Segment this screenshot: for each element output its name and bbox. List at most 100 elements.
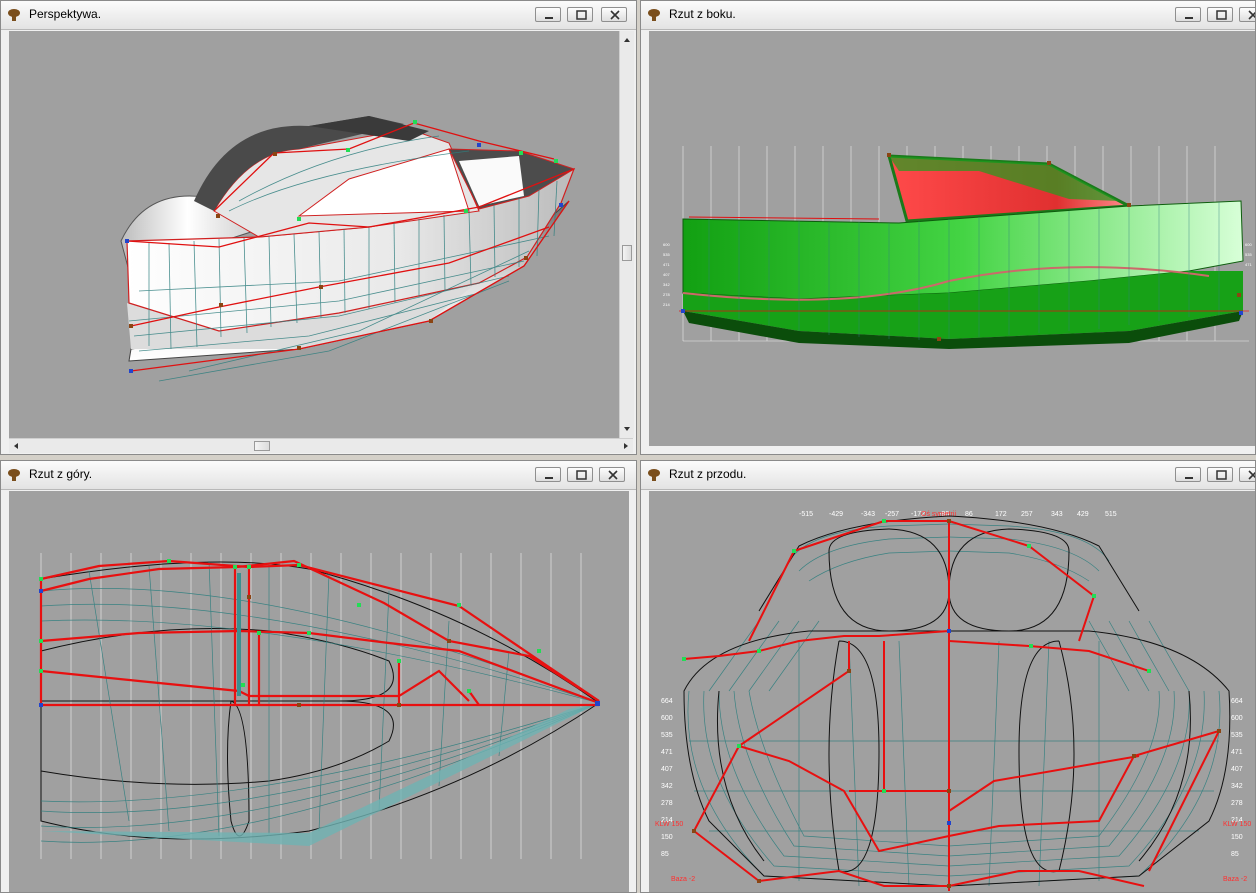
klw-label-left: KLW 150 (655, 821, 683, 828)
close-icon (608, 470, 618, 480)
close-button[interactable] (1239, 7, 1255, 22)
perspective-window[interactable]: Perspektywa. (0, 0, 637, 455)
y-tick-label: 535 (1231, 732, 1243, 739)
base-label-left: Baza -2 (671, 876, 695, 883)
x-tick-label: 257 (1021, 511, 1033, 518)
top-view-window[interactable]: Rzut z góry. (0, 460, 637, 893)
titlebar[interactable]: Rzut z przodu. (641, 461, 1255, 490)
y-tick-label: 407 (661, 766, 673, 773)
base-label-right: Baza -2 (1223, 876, 1247, 883)
svg-text:214: 214 (663, 302, 670, 307)
y-tick-label: 471 (1231, 749, 1243, 756)
minimize-icon (545, 17, 553, 19)
y-tick-label: 664 (1231, 698, 1243, 705)
y-tick-label: 150 (1231, 834, 1243, 841)
scroll-right-icon[interactable] (619, 439, 633, 453)
minimize-icon (1185, 17, 1193, 19)
perspective-viewport[interactable] (9, 31, 619, 438)
y-tick-label: 600 (661, 715, 673, 722)
svg-text:471: 471 (1245, 262, 1252, 267)
minimize-button[interactable] (1175, 467, 1201, 482)
top-viewport[interactable] (9, 491, 629, 892)
scroll-down-icon[interactable] (620, 422, 634, 436)
window-title: Rzut z przodu. (669, 467, 747, 481)
front-control-points (682, 519, 1221, 888)
minimize-button[interactable] (1175, 7, 1201, 22)
restore-button[interactable] (1207, 467, 1233, 482)
x-tick-label: -343 (861, 511, 875, 518)
titlebar[interactable]: Rzut z góry. (1, 461, 636, 490)
scroll-up-icon[interactable] (620, 33, 634, 47)
svg-text:535: 535 (663, 252, 670, 257)
svg-text:535: 535 (1245, 252, 1252, 257)
restore-button[interactable] (567, 467, 593, 482)
front-view-window[interactable]: Rzut z przodu. -515 -429 -343 -257 -172 -86 86… (640, 460, 1256, 893)
close-button[interactable] (1239, 467, 1255, 482)
top-hull-render (39, 553, 600, 859)
app-icon (8, 469, 20, 481)
side-view-window[interactable]: Rzut z boku. 600 535 471 407 342 278 214… (640, 0, 1256, 455)
minimize-button[interactable] (535, 467, 561, 482)
restore-icon (576, 470, 587, 480)
window-title: Perspektywa. (29, 7, 102, 21)
front-y-ticks-right: 66460053547140734227821415085 (1231, 698, 1243, 858)
y-tick-label: 407 (1231, 766, 1243, 773)
top-control-polygon (39, 559, 600, 707)
horizontal-scroll-thumb[interactable] (254, 441, 270, 451)
x-tick-label: -429 (829, 511, 843, 518)
vertical-scroll-thumb[interactable] (622, 245, 632, 261)
window-title: Rzut z góry. (29, 467, 93, 481)
svg-text:600: 600 (1245, 242, 1252, 247)
y-tick-label: 85 (1231, 851, 1239, 858)
y-tick-label: 535 (661, 732, 673, 739)
restore-button[interactable] (567, 7, 593, 22)
svg-text:471: 471 (663, 262, 670, 267)
klw-label-right: KLW 150 (1223, 821, 1251, 828)
titlebar[interactable]: Perspektywa. (1, 1, 636, 30)
x-tick-label: 515 (1105, 511, 1117, 518)
svg-text:600: 600 (663, 242, 670, 247)
top-control-points (39, 559, 600, 707)
side-viewport[interactable]: 600 535 471 407 342 278 214 600 535 471 (649, 31, 1255, 446)
close-button[interactable] (599, 467, 625, 482)
y-tick-label: 85 (661, 851, 669, 858)
x-tick-label: -515 (799, 511, 813, 518)
close-icon (1248, 470, 1255, 480)
restore-button[interactable] (1207, 7, 1233, 22)
front-control-polygon (683, 520, 1220, 891)
x-tick-label: -257 (885, 511, 899, 518)
vertical-scrollbar[interactable] (619, 31, 634, 438)
front-mesh (687, 523, 1221, 887)
minimize-icon (545, 477, 553, 479)
scroll-left-icon[interactable] (9, 439, 23, 453)
window-title: Rzut z boku. (669, 7, 736, 21)
front-hull-render: -515 -429 -343 -257 -172 -86 86 172 257 343 429 515… (655, 511, 1251, 891)
y-tick-label: 278 (661, 800, 673, 807)
svg-text:342: 342 (663, 282, 670, 287)
close-icon (1248, 10, 1255, 20)
y-tick-label: 342 (1231, 783, 1243, 790)
close-button[interactable] (601, 7, 627, 22)
x-tick-label: 172 (995, 511, 1007, 518)
restore-icon (1216, 10, 1227, 20)
y-tick-label: 471 (661, 749, 673, 756)
svg-text:407: 407 (663, 272, 670, 277)
app-icon (648, 469, 660, 481)
minimize-button[interactable] (535, 7, 561, 22)
titlebar[interactable]: Rzut z boku. (641, 1, 1255, 30)
side-hull-render: 600 535 471 407 342 278 214 600 535 471 (663, 146, 1252, 349)
x-tick-label: 429 (1077, 511, 1089, 518)
minimize-icon (1185, 477, 1193, 479)
y-tick-label: 664 (661, 698, 673, 705)
restore-icon (576, 10, 587, 20)
perspective-hull-render (120, 116, 576, 382)
x-tick-label: 343 (1051, 511, 1063, 518)
top-mesh (40, 560, 600, 843)
y-tick-label: 150 (661, 834, 673, 841)
y-tick-label: 278 (1231, 800, 1243, 807)
y-tick-label: 342 (661, 783, 673, 790)
front-viewport[interactable]: -515 -429 -343 -257 -172 -86 86 172 257 343 429 515… (649, 491, 1255, 892)
close-icon (610, 10, 620, 20)
horizontal-scrollbar[interactable] (9, 438, 633, 453)
app-icon (648, 9, 660, 21)
